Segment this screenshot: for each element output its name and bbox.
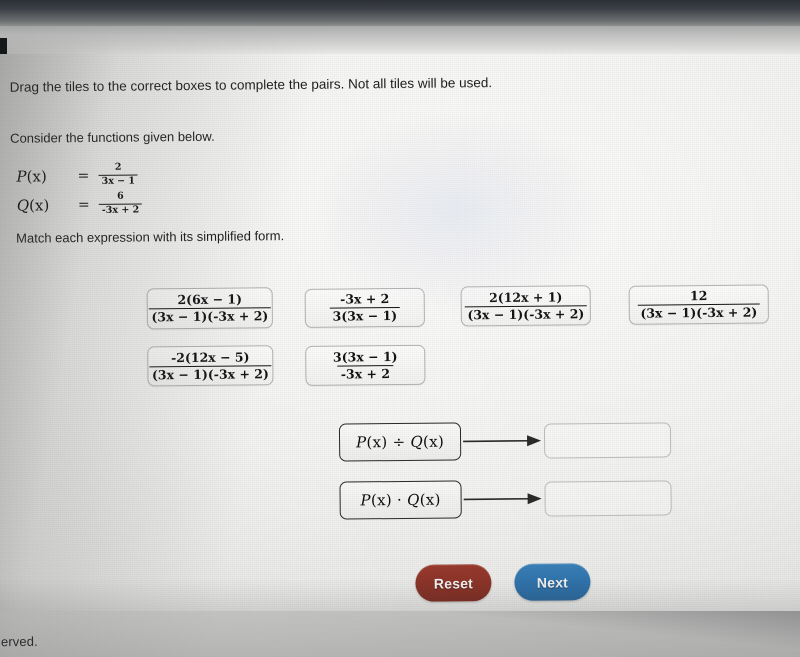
- numerator: -3x + 2: [340, 291, 390, 307]
- instruction-prompt: Drag the tiles to the correct boxes to c…: [9, 75, 493, 95]
- tile-fraction: 12 (3x − 1)(-3x + 2): [637, 288, 761, 321]
- denominator: 3x − 1: [98, 174, 139, 188]
- drop-box-divide[interactable]: [543, 422, 672, 459]
- function-definition-row: P(x) = 2 3x − 1: [16, 160, 142, 190]
- expr-right: Q: [406, 490, 420, 509]
- denominator: -3x + 2: [98, 203, 143, 217]
- top-bezel-band: [0, 0, 800, 26]
- function-name-p: P(x): [16, 166, 47, 186]
- tile-fraction: 2(12x + 1) (3x − 1)(-3x + 2): [464, 288, 588, 322]
- arrow-divide-icon: [463, 435, 542, 447]
- draggable-tile[interactable]: -3x + 2 3(3x − 1): [304, 287, 425, 328]
- draggable-tile[interactable]: 12 (3x − 1)(-3x + 2): [628, 284, 769, 325]
- function-q-fraction: 6 -3x + 2: [98, 191, 143, 217]
- match-instruction-text: Match each expression with its simplifie…: [16, 228, 285, 246]
- numerator: 2: [114, 162, 122, 174]
- denominator: 3(3x − 1): [329, 306, 401, 324]
- denominator: (3x − 1)(-3x + 2): [637, 303, 761, 321]
- multiply-dot-icon: ·: [396, 490, 403, 510]
- function-name-q: Q(x): [16, 195, 50, 215]
- tile-fraction: -3x + 2 3(3x − 1): [329, 291, 401, 324]
- draggable-tile[interactable]: -2(12x − 5) (3x − 1)(-3x + 2): [147, 345, 274, 387]
- expr-right-arg: (x): [419, 490, 441, 509]
- tile-fraction: 3(3x − 1) -3x + 2: [330, 348, 401, 382]
- reset-button[interactable]: Reset: [415, 564, 492, 602]
- expression-label-multiply: P (x) · Q (x): [339, 480, 462, 520]
- numerator: 2(6x − 1): [177, 291, 243, 308]
- denominator: (3x − 1)(-3x + 2): [148, 364, 272, 382]
- left-edge-mark: [0, 38, 7, 54]
- numerator: 12: [689, 288, 708, 304]
- denominator: (3x − 1)(-3x + 2): [464, 304, 588, 322]
- equals-sign: =: [77, 167, 90, 184]
- expr-right: Q: [410, 432, 424, 451]
- numerator: 2(12x + 1): [488, 288, 563, 305]
- photographed-screen: Drag the tiles to the correct boxes to c…: [0, 0, 800, 657]
- numerator: 6: [117, 191, 124, 203]
- expr-left-arg: (x): [370, 491, 393, 510]
- drop-box-multiply[interactable]: [544, 480, 672, 517]
- divide-operator-icon: ÷: [392, 432, 406, 452]
- function-definition-row: Q(x) = 6 -3x + 2: [17, 189, 143, 219]
- draggable-tile[interactable]: 2(6x − 1) (3x − 1)(-3x + 2): [146, 287, 273, 330]
- draggable-tile[interactable]: 3(3x − 1) -3x + 2: [305, 344, 426, 386]
- expr-left: P: [360, 491, 372, 510]
- numerator: 3(3x − 1): [332, 348, 398, 365]
- tile-fraction: -2(12x − 5) (3x − 1)(-3x + 2): [148, 348, 272, 382]
- footer-copyright-text: erved.: [0, 633, 38, 650]
- consider-functions-text: Consider the functions given below.: [10, 128, 215, 146]
- denominator: (3x − 1)(-3x + 2): [148, 307, 272, 325]
- expr-left: P: [355, 433, 367, 452]
- numerator: -2(12x − 5): [170, 348, 250, 365]
- expr-right-arg: (x): [422, 432, 445, 451]
- function-definitions: P(x) = 2 3x − 1 Q(x) = 6 -3x + 2: [16, 160, 143, 219]
- denominator: -3x + 2: [337, 364, 394, 382]
- equals-sign: =: [77, 196, 90, 213]
- function-p-fraction: 2 3x − 1: [98, 162, 139, 188]
- next-button[interactable]: Next: [514, 563, 591, 601]
- bottom-shadow-band: [0, 611, 800, 657]
- activity-content: Drag the tiles to the correct boxes to c…: [0, 0, 800, 657]
- expression-label-divide: P (x) ÷ Q (x): [338, 422, 462, 462]
- tile-fraction: 2(6x − 1) (3x − 1)(-3x + 2): [148, 291, 272, 325]
- expr-left-arg: (x): [366, 433, 388, 452]
- arrow-multiply-icon: [463, 493, 542, 505]
- draggable-tile[interactable]: 2(12x + 1) (3x − 1)(-3x + 2): [460, 285, 591, 327]
